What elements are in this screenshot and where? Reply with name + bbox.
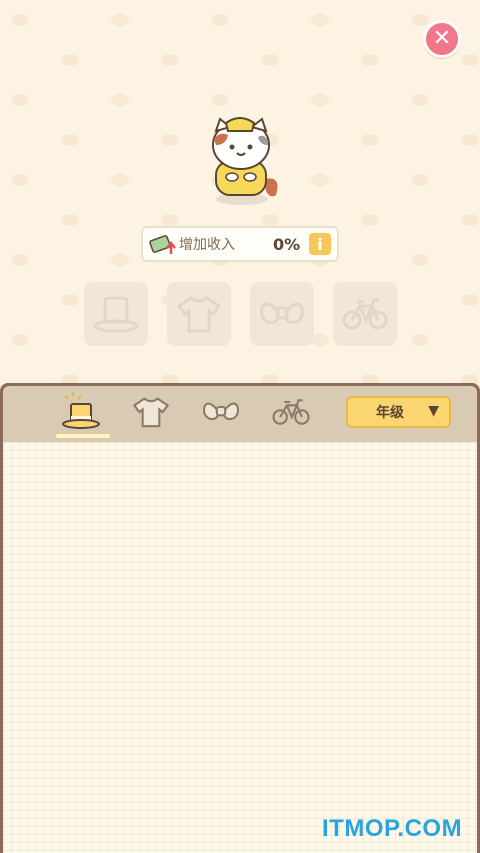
bow-slot[interactable]: [250, 282, 314, 346]
wardrobe-panel: 年级 ▼: [0, 383, 480, 853]
item-grid-area: [3, 442, 477, 853]
hat-icon: [93, 296, 139, 333]
info-button[interactable]: i: [309, 233, 331, 255]
bicycle-slot[interactable]: [333, 282, 397, 346]
bicycle-icon: [342, 298, 388, 330]
tab-bow[interactable]: [193, 392, 249, 432]
tab-shirt[interactable]: [123, 392, 179, 432]
sort-dropdown[interactable]: 年级 ▼: [346, 396, 451, 428]
category-tabbar: 年级 ▼: [3, 386, 477, 442]
hat-slot[interactable]: [84, 282, 148, 346]
bicycle-icon: [272, 399, 310, 425]
close-icon: ✕: [432, 26, 452, 51]
shirt-icon: [176, 296, 222, 333]
income-value: 0%: [273, 234, 301, 254]
tab-bicycle[interactable]: [263, 392, 319, 432]
shirt-slot[interactable]: [167, 282, 231, 346]
bow-icon: [260, 302, 304, 324]
bow-icon: [202, 402, 240, 421]
sort-label: 年级: [376, 405, 404, 421]
close-button[interactable]: ✕: [423, 20, 461, 58]
income-label: 增加收入: [179, 237, 235, 253]
cat-avatar: [212, 117, 278, 205]
tab-hat[interactable]: [53, 392, 109, 432]
info-icon: i: [317, 234, 323, 254]
active-tab-indicator: [55, 433, 111, 439]
hat-icon: [62, 392, 100, 429]
shirt-icon: [132, 397, 170, 428]
watermark: ITMOP.COM: [322, 815, 463, 842]
income-bonus-bar: 增加收入 0% i: [141, 226, 339, 262]
money-up-icon: [149, 235, 176, 254]
chevron-down-icon: ▼: [428, 403, 439, 419]
